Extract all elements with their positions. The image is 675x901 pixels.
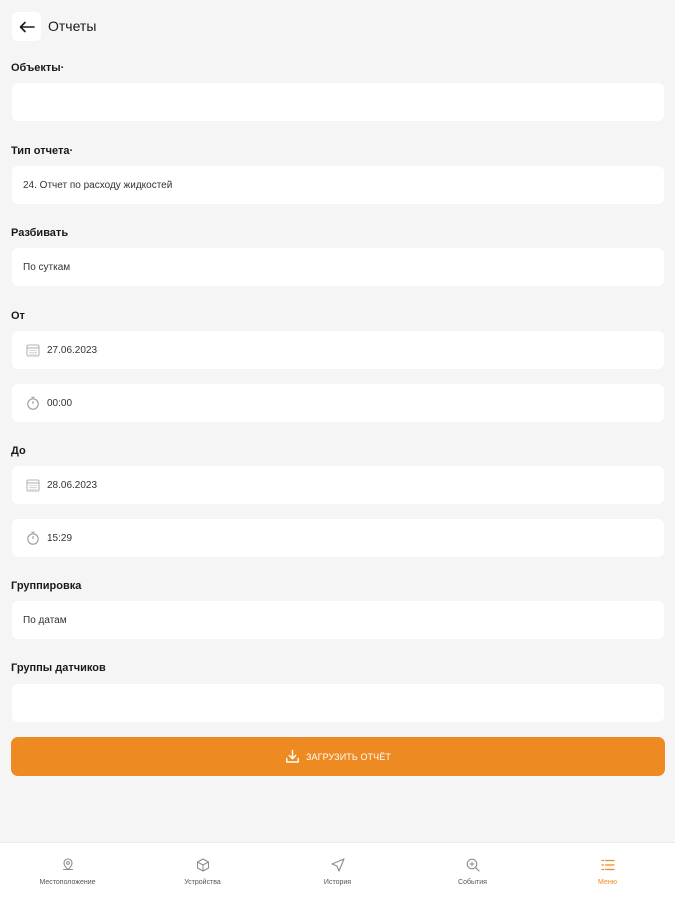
to-date-field[interactable]: 28.06.2023 (12, 466, 664, 504)
report-type-select[interactable]: 24. Отчет по расходу жидкостей (12, 166, 664, 204)
load-report-label: ЗАГРУЗИТЬ ОТЧЁТ (306, 751, 391, 762)
grouping-value: По датам (23, 614, 67, 626)
nav-item-history[interactable]: История (270, 843, 405, 901)
back-button[interactable] (12, 12, 41, 41)
header: Отчеты (0, 0, 675, 54)
location-icon (60, 857, 76, 873)
sensor-groups-label: Группы датчиков (11, 662, 106, 674)
objects-field[interactable] (12, 83, 664, 121)
from-date-value: 27.06.2023 (47, 344, 98, 356)
report-type-label: Тип отчета· (11, 145, 74, 157)
nav-label: Меню (598, 879, 617, 886)
from-time-field[interactable]: 00:00 (12, 384, 664, 422)
download-icon (286, 749, 299, 763)
events-icon (465, 857, 481, 873)
calendar-icon (26, 343, 40, 357)
bottom-nav: Местоположение Устройства История Событи… (0, 842, 675, 901)
arrow-left-icon (19, 21, 35, 32)
devices-icon (195, 857, 211, 873)
to-time-field[interactable]: 15:29 (12, 519, 664, 557)
from-date-field[interactable]: 27.06.2023 (12, 331, 664, 369)
nav-item-location[interactable]: Местоположение (0, 843, 135, 901)
split-label: Разбивать (11, 227, 69, 239)
report-type-value: 24. Отчет по расходу жидкостей (23, 179, 173, 191)
timer-icon (26, 396, 40, 410)
load-report-button[interactable]: ЗАГРУЗИТЬ ОТЧЁТ (11, 737, 665, 776)
nav-label: Местоположение (39, 879, 96, 886)
nav-item-events[interactable]: События (405, 843, 540, 901)
nav-item-devices[interactable]: Устройства (135, 843, 270, 901)
nav-label: События (458, 879, 487, 886)
to-time-value: 15:29 (47, 532, 73, 544)
grouping-select[interactable]: По датам (12, 601, 664, 639)
split-select[interactable]: По суткам (12, 248, 664, 286)
nav-item-menu[interactable]: Меню (540, 843, 675, 901)
to-label: До (11, 445, 26, 457)
menu-icon (600, 857, 616, 873)
calendar-icon (26, 478, 40, 492)
timer-icon (26, 531, 40, 545)
sensor-groups-field[interactable] (12, 684, 664, 722)
history-icon (330, 857, 346, 873)
grouping-label: Группировка (11, 580, 82, 592)
from-label: От (11, 310, 25, 322)
from-time-value: 00:00 (47, 397, 73, 409)
nav-label: Устройства (184, 879, 221, 886)
objects-label: Объекты· (11, 62, 65, 74)
nav-label: История (323, 879, 352, 886)
to-date-value: 28.06.2023 (47, 479, 98, 491)
split-value: По суткам (23, 261, 71, 273)
page-title: Отчеты (48, 18, 97, 34)
